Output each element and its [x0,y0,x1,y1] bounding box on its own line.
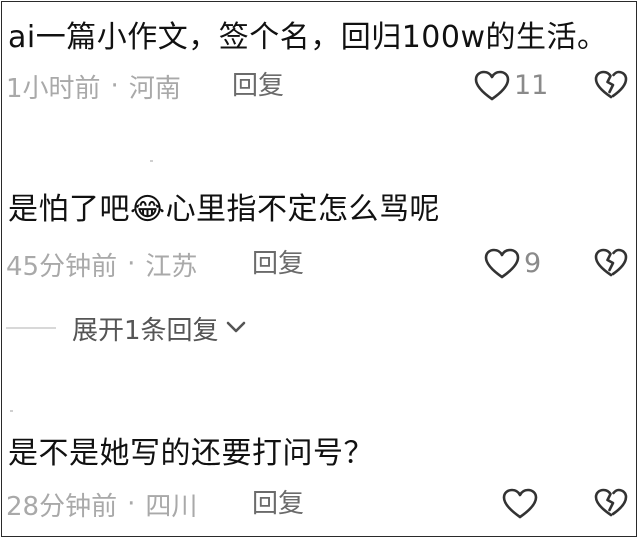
reply-button[interactable]: 回复 [252,484,304,524]
chevron-down-icon [225,319,247,338]
comment-text-part: 是怕了吧 [8,192,130,227]
comment-location: 江苏 [145,251,198,282]
heart-outline-icon [484,248,520,280]
comment-text: ai一篇小作文，签个名，回归100w的生活。 [8,20,608,55]
dislike-button[interactable] [594,488,628,522]
meta-separator: · [110,71,119,101]
heart-outline-icon [474,70,510,102]
meta-separator: · [127,489,136,519]
divider-dot [150,160,153,162]
like-count: 9 [524,248,542,279]
comment-time: 28分钟前 [6,491,118,522]
expand-replies-label: 展开1条回复 [72,315,219,346]
like-button[interactable]: 9 [484,244,541,284]
comment-time: 1小时前 [6,73,101,104]
expand-divider-line [6,327,56,329]
broken-heart-icon [594,488,628,522]
comment-meta: 1小时前 · 河南 [6,66,181,106]
comment-meta: 45分钟前 · 江苏 [6,244,197,284]
laughing-crying-emoji: 😂 [130,192,166,227]
comment-text-part: 心里指不定怎么骂呢 [165,192,441,227]
like-button[interactable]: 11 [474,66,548,106]
reply-button[interactable]: 回复 [232,66,284,106]
comment-text: 是怕了吧😂心里指不定怎么骂呢 [8,190,440,230]
dislike-button[interactable] [594,248,628,282]
broken-heart-icon [594,70,628,104]
comment-location: 四川 [145,491,198,522]
comment-text: 是不是她写的还要打问号？ [8,436,374,471]
heart-outline-icon [502,488,538,520]
comment-meta: 28分钟前 · 四川 [6,484,197,524]
like-button[interactable] [502,488,538,520]
reply-button[interactable]: 回复 [252,244,304,284]
dislike-button[interactable] [594,70,628,104]
meta-separator: · [127,249,136,279]
comment-time: 45分钟前 [6,251,118,282]
broken-heart-icon [594,248,628,282]
comment-location: 河南 [128,73,181,104]
expand-replies-button[interactable]: 展开1条回复 [0,308,247,348]
divider-dot [10,410,13,412]
like-count: 11 [514,70,549,101]
